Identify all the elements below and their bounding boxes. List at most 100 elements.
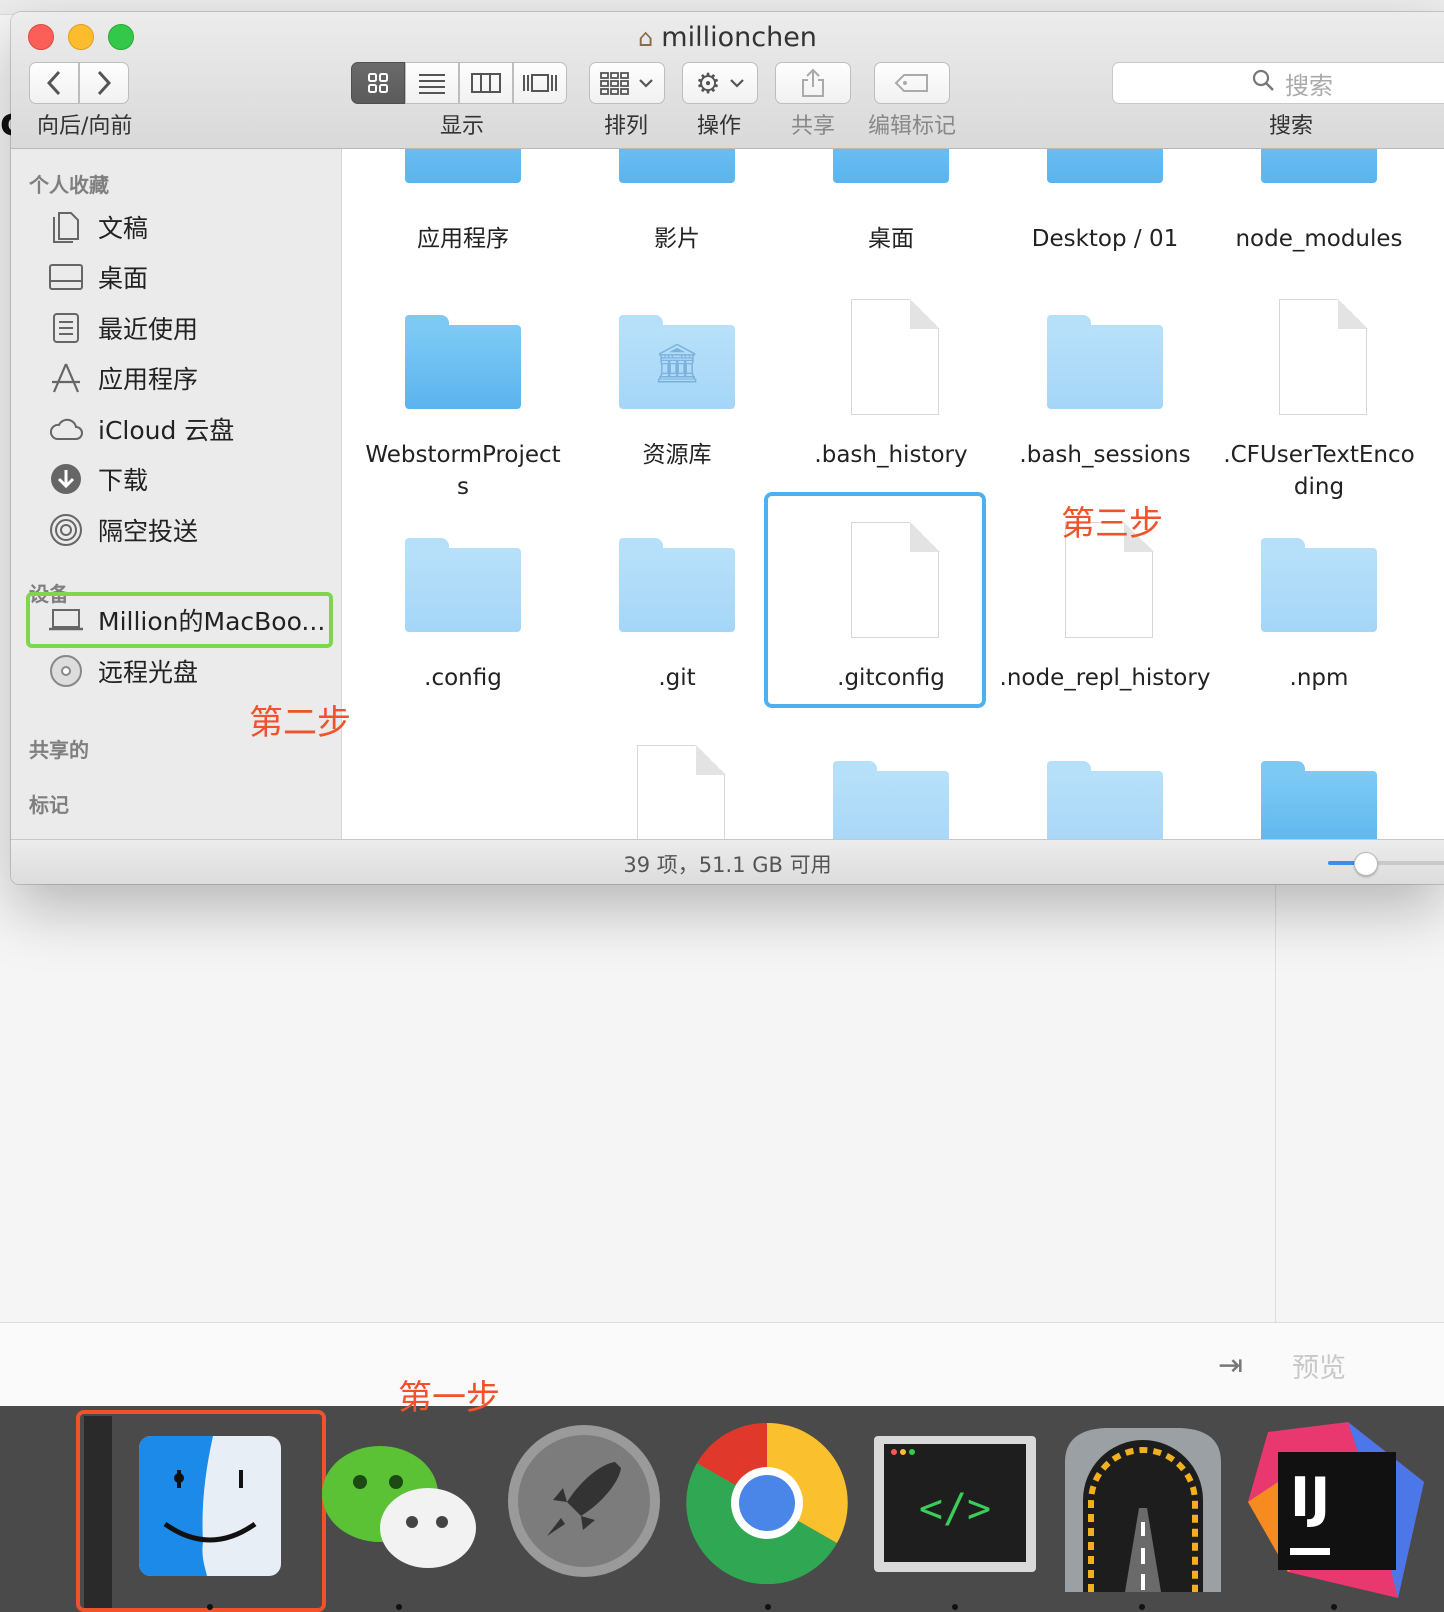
launchpad-icon[interactable] (505, 1422, 663, 1580)
file-name: .bash_history (814, 442, 968, 468)
search-input[interactable]: 搜索 (1112, 62, 1444, 104)
sidebar-item-remote-disc[interactable]: 远程光盘 (46, 649, 198, 693)
window-title: ⌂ millionchen (638, 22, 817, 53)
file-item[interactable]: node_modules (1212, 149, 1426, 269)
wechat-icon[interactable] (318, 1436, 476, 1594)
column-view-button[interactable] (459, 62, 513, 104)
file-name: .npm (1289, 665, 1349, 691)
sidebar-item-airdrop[interactable]: 隔空投送 (46, 508, 198, 552)
share-label: 共享 (791, 114, 836, 139)
finder-window: ⌂ millionchen 向后/向前 显示 排列 ⚙ 操作 共享 编辑标记 搜… (11, 12, 1444, 884)
file-name: 应用程序 (417, 226, 509, 252)
action-label: 操作 (697, 114, 742, 139)
icon-size-slider-knob[interactable] (1354, 852, 1378, 876)
running-indicator (1331, 1604, 1337, 1610)
shared-header: 共享的 (29, 738, 89, 762)
folder-icon (1261, 149, 1377, 183)
file-name: .config (424, 665, 502, 691)
step2-annotation: 第二步 (249, 703, 351, 743)
svg-text:IJ: IJ (1290, 1466, 1330, 1529)
file-item[interactable]: 桌面 (784, 149, 998, 269)
search-icon (1251, 68, 1275, 98)
folder-icon (405, 315, 521, 409)
sidebar-item-icloud[interactable]: iCloud 云盘 (46, 407, 234, 451)
tags-label: 编辑标记 (868, 114, 957, 139)
folder-icon (833, 149, 949, 183)
list-view-button[interactable] (405, 62, 459, 104)
edit-tags-button[interactable] (874, 62, 950, 104)
file-item[interactable]: 影片 (570, 149, 784, 269)
file-item[interactable] (998, 745, 1212, 839)
folder-icon (405, 538, 521, 632)
action-button[interactable]: ⚙ (682, 62, 758, 104)
file-item[interactable]: .CFUserTextEnco ding (1212, 299, 1426, 500)
icon-view-button[interactable] (351, 62, 405, 104)
arrange-button[interactable] (589, 62, 665, 104)
chevron-down-icon (729, 79, 744, 88)
gallery-view-button[interactable] (513, 62, 567, 104)
chevron-left-icon (46, 70, 61, 96)
file-name: .node_repl_history (999, 665, 1211, 691)
disc-icon (46, 655, 86, 687)
file-name: .bash_sessions (1019, 442, 1191, 468)
file-name: .git (658, 665, 696, 691)
file-item[interactable] (570, 745, 784, 839)
running-indicator (765, 1604, 771, 1610)
folder-icon (1047, 761, 1163, 839)
running-indicator (396, 1604, 402, 1610)
forward-button[interactable] (79, 62, 129, 104)
file-item[interactable]: .bash_history (784, 299, 998, 499)
chevron-down-icon (639, 79, 653, 88)
file-item[interactable]: .node_repl_history (998, 522, 1212, 712)
file-grid: 应用程序 影片 桌面 Desktop / 01 node_modules Web… (342, 149, 1444, 839)
share-button[interactable] (775, 62, 851, 104)
file-item[interactable] (784, 745, 998, 839)
chevron-right-icon (97, 70, 112, 96)
sidebar-item-documents[interactable]: 文稿 (46, 205, 148, 249)
intellij-icon[interactable]: IJ (1248, 1422, 1424, 1598)
back-button[interactable] (29, 62, 79, 104)
file-name: Desktop / 01 (1031, 226, 1179, 252)
sidebar-item-recents[interactable]: 最近使用 (46, 306, 198, 350)
file-name: WebstormProject s (365, 442, 561, 500)
file-name: node_modules (1235, 226, 1403, 252)
gitconfig-highlight-box (764, 492, 986, 708)
file-item[interactable]: .npm (1212, 522, 1426, 712)
sidebar-item-label: 应用程序 (98, 365, 199, 394)
file-name: 影片 (654, 226, 700, 252)
favorites-header: 个人收藏 (29, 173, 109, 197)
sidebar-item-downloads[interactable]: 下载 (46, 457, 148, 501)
sidebar-item-label: iCloud 云盘 (98, 416, 235, 445)
file-item[interactable]: 应用程序 (356, 149, 570, 269)
tunnel-app-icon[interactable] (1055, 1422, 1231, 1592)
sidebar-item-label: 下载 (98, 466, 149, 495)
tag-icon (894, 74, 928, 92)
search-placeholder: 搜索 (1285, 71, 1333, 100)
list-icon (419, 74, 445, 94)
file-name: .CFUserTextEnco ding (1223, 442, 1415, 500)
collapse-arrow-icon[interactable]: ⇥ (1218, 1348, 1243, 1383)
applications-icon (46, 362, 86, 394)
file-item[interactable]: Desktop / 01 (998, 149, 1212, 269)
folder-icon (619, 149, 735, 183)
airdrop-icon (46, 514, 86, 546)
file-item[interactable]: WebstormProject s (356, 299, 570, 500)
file-item[interactable]: 🏛 资源库 (570, 299, 784, 499)
folder-icon (833, 761, 949, 839)
downloads-icon (46, 463, 86, 495)
sidebar-item-label: 远程光盘 (98, 658, 199, 687)
file-item[interactable]: .bash_sessions (998, 299, 1212, 499)
folder-icon (1261, 761, 1377, 839)
sidebar-item-label: 文稿 (98, 214, 149, 243)
arrange-grid-icon (600, 72, 629, 95)
chrome-icon[interactable] (686, 1422, 848, 1585)
file-item[interactable] (1212, 745, 1426, 839)
icloud-icon (46, 413, 86, 445)
file-item[interactable]: .config (356, 522, 570, 712)
code-editor-icon[interactable]: </> (872, 1434, 1038, 1574)
file-item[interactable]: .git (570, 522, 784, 712)
running-indicator (952, 1604, 958, 1610)
sidebar-item-applications[interactable]: 应用程序 (46, 356, 198, 400)
sidebar-item-desktop[interactable]: 桌面 (46, 255, 148, 299)
folder-icon (1047, 149, 1163, 183)
